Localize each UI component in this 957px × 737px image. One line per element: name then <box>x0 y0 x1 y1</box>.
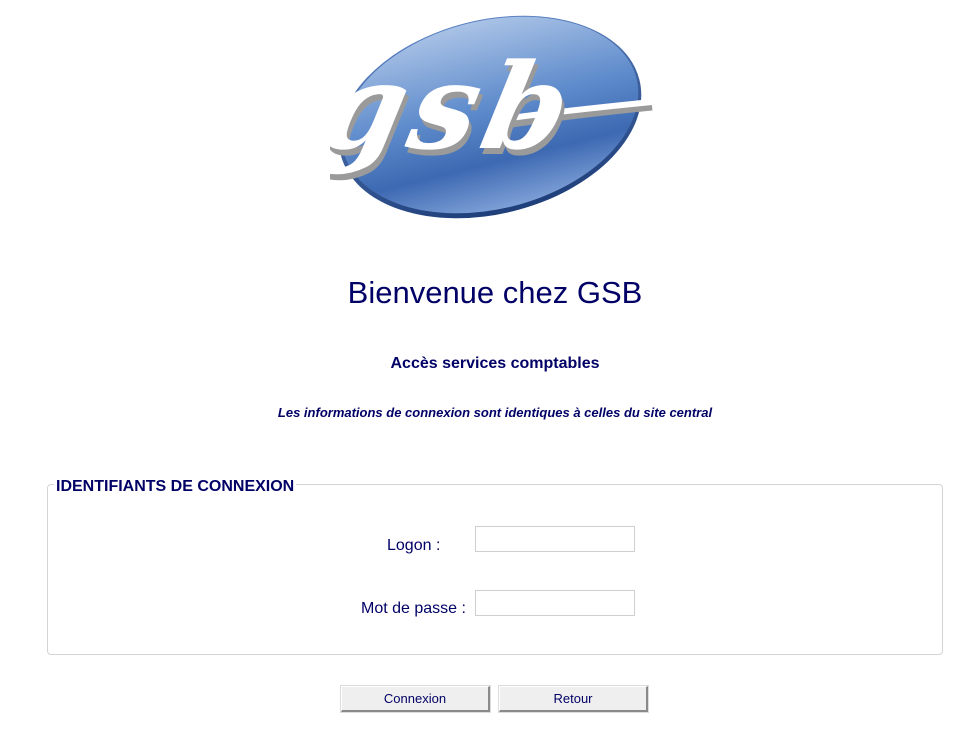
login-fieldset <box>47 484 943 655</box>
password-input[interactable] <box>475 590 635 616</box>
login-fieldset-legend: IDENTIFIANTS DE CONNEXION <box>54 478 297 496</box>
logo-text: gsb <box>330 38 588 176</box>
gsb-logo-graphic: gsb gsb <box>309 15 653 219</box>
logon-input[interactable] <box>475 526 635 552</box>
password-label: Mot de passe : <box>361 600 466 617</box>
page-subtitle: Accès services comptables <box>390 355 600 372</box>
retour-button[interactable]: Retour <box>499 686 648 712</box>
gsb-logo: gsb gsb <box>309 14 660 222</box>
connection-info-note: Les informations de connexion sont ident… <box>277 405 713 420</box>
page-title: Bienvenue chez GSB <box>347 275 643 310</box>
connexion-button[interactable]: Connexion <box>341 686 490 712</box>
logon-label: Logon : <box>387 537 441 554</box>
